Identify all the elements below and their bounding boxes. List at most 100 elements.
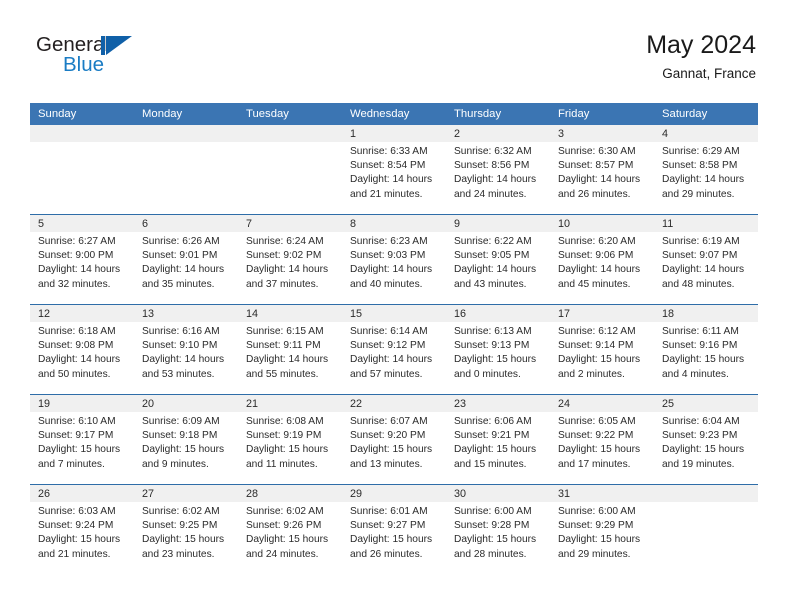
daylight-text-line2: and 45 minutes.: [558, 278, 631, 290]
sunrise-text: Sunrise: 6:08 AM: [246, 416, 324, 427]
calendar-day-cell[interactable]: 29 Sunrise: 6:01 AM Sunset: 9:27 PM Dayligh…: [342, 484, 446, 574]
calendar-day-cell[interactable]: 8 Sunrise: 6:23 AM Sunset: 9:03 PM Daylight…: [342, 214, 446, 305]
day-number: 21: [238, 395, 342, 412]
daylight-text-line1: Daylight: 15 hours: [246, 534, 329, 546]
calendar-day-cell[interactable]: 25 Sunrise: 6:04 AM Sunset: 9:23 PM Dayligh…: [654, 394, 758, 485]
daylight-text-line1: Daylight: 14 hours: [142, 264, 225, 276]
day-number: 3: [550, 125, 654, 142]
day-sun-info: Sunrise: 6:19 AM Sunset: 9:07 PM Daylight:…: [654, 232, 758, 292]
calendar-day-cell[interactable]: 12 Sunrise: 6:18 AM Sunset: 9:08 PM Dayligh…: [30, 304, 134, 395]
sunset-text: Sunset: 9:14 PM: [558, 340, 634, 352]
sunset-text: Sunset: 9:16 PM: [662, 340, 738, 352]
calendar-day-cell[interactable]: 20 Sunrise: 6:09 AM Sunset: 9:18 PM Dayligh…: [134, 394, 238, 485]
daylight-text-line1: Daylight: 14 hours: [662, 264, 745, 276]
sunrise-text: Sunrise: 6:14 AM: [350, 326, 428, 337]
calendar-day-cell[interactable]: 27 Sunrise: 6:02 AM Sunset: 9:25 PM Dayligh…: [134, 484, 238, 574]
daylight-text-line2: and 23 minutes.: [142, 548, 215, 560]
calendar-day-cell[interactable]: 5 Sunrise: 6:27 AM Sunset: 9:00 PM Daylight…: [30, 214, 134, 305]
day-sun-info: Sunrise: 6:01 AM Sunset: 9:27 PM Daylight:…: [342, 502, 446, 562]
daylight-text-line2: and 0 minutes.: [454, 368, 521, 380]
daylight-text-line1: Daylight: 15 hours: [662, 444, 745, 456]
calendar-day-cell[interactable]: 18 Sunrise: 6:11 AM Sunset: 9:16 PM Dayligh…: [654, 304, 758, 395]
day-sun-info: Sunrise: 6:22 AM Sunset: 9:05 PM Daylight:…: [446, 232, 550, 292]
sunset-text: Sunset: 9:07 PM: [662, 250, 738, 262]
calendar-day-cell[interactable]: 26 Sunrise: 6:03 AM Sunset: 9:24 PM Dayligh…: [30, 484, 134, 574]
sunrise-text: Sunrise: 6:16 AM: [142, 326, 220, 337]
day-number: 1: [342, 125, 446, 142]
calendar-week-row: 26 Sunrise: 6:03 AM Sunset: 9:24 PM Dayligh…: [30, 484, 758, 574]
sunset-text: Sunset: 9:13 PM: [454, 340, 530, 352]
calendar-day-cell[interactable]: 21 Sunrise: 6:08 AM Sunset: 9:19 PM Dayligh…: [238, 394, 342, 485]
day-sun-info: Sunrise: 6:14 AM Sunset: 9:12 PM Daylight:…: [342, 322, 446, 382]
daylight-text-line2: and 4 minutes.: [662, 368, 729, 380]
sunset-text: Sunset: 9:03 PM: [350, 250, 426, 262]
calendar-day-cell-empty: [30, 125, 134, 215]
weekday-header-monday: Monday: [134, 103, 238, 125]
calendar-day-cell[interactable]: 19 Sunrise: 6:10 AM Sunset: 9:17 PM Dayligh…: [30, 394, 134, 485]
daylight-text-line2: and 50 minutes.: [38, 368, 111, 380]
daylight-text-line2: and 26 minutes.: [558, 188, 631, 200]
day-sun-info: Sunrise: 6:27 AM Sunset: 9:00 PM Daylight:…: [30, 232, 134, 292]
day-number: 14: [238, 305, 342, 322]
sunset-text: Sunset: 9:18 PM: [142, 430, 218, 442]
daylight-text-line2: and 21 minutes.: [350, 188, 423, 200]
sunrise-text: Sunrise: 6:04 AM: [662, 416, 740, 427]
generalblue-logo[interactable]: General Blue: [36, 33, 166, 85]
sunset-text: Sunset: 9:28 PM: [454, 520, 530, 532]
daylight-text-line1: Daylight: 14 hours: [38, 354, 121, 366]
day-sun-info: Sunrise: 6:03 AM Sunset: 9:24 PM Daylight:…: [30, 502, 134, 562]
calendar-day-cell[interactable]: 14 Sunrise: 6:15 AM Sunset: 9:11 PM Dayligh…: [238, 304, 342, 395]
calendar-day-cell[interactable]: 2 Sunrise: 6:32 AM Sunset: 8:56 PM Daylight…: [446, 125, 550, 215]
calendar-day-cell-empty: [134, 125, 238, 215]
sunrise-text: Sunrise: 6:15 AM: [246, 326, 324, 337]
calendar-day-cell[interactable]: 22 Sunrise: 6:07 AM Sunset: 9:20 PM Dayligh…: [342, 394, 446, 485]
calendar-day-cell[interactable]: 9 Sunrise: 6:22 AM Sunset: 9:05 PM Daylight…: [446, 214, 550, 305]
daylight-text-line2: and 15 minutes.: [454, 458, 527, 470]
sunset-text: Sunset: 9:20 PM: [350, 430, 426, 442]
sunset-text: Sunset: 9:01 PM: [142, 250, 218, 262]
daylight-text-line2: and 32 minutes.: [38, 278, 111, 290]
page-title: May 2024: [646, 31, 756, 59]
calendar-day-cell[interactable]: 4 Sunrise: 6:29 AM Sunset: 8:58 PM Daylight…: [654, 125, 758, 215]
calendar-day-cell[interactable]: 24 Sunrise: 6:05 AM Sunset: 9:22 PM Dayligh…: [550, 394, 654, 485]
sunset-text: Sunset: 9:26 PM: [246, 520, 322, 532]
calendar-day-cell[interactable]: 3 Sunrise: 6:30 AM Sunset: 8:57 PM Daylight…: [550, 125, 654, 215]
sunset-text: Sunset: 9:17 PM: [38, 430, 114, 442]
calendar-week-row: 5 Sunrise: 6:27 AM Sunset: 9:00 PM Daylight…: [30, 214, 758, 305]
daylight-text-line1: Daylight: 14 hours: [246, 354, 329, 366]
calendar-day-cell[interactable]: 30 Sunrise: 6:00 AM Sunset: 9:28 PM Dayligh…: [446, 484, 550, 574]
sunrise-text: Sunrise: 6:29 AM: [662, 146, 740, 157]
sunset-text: Sunset: 9:00 PM: [38, 250, 114, 262]
calendar-day-cell[interactable]: 15 Sunrise: 6:14 AM Sunset: 9:12 PM Dayligh…: [342, 304, 446, 395]
weekday-header-row: Sunday Monday Tuesday Wednesday Thursday…: [30, 103, 758, 125]
daylight-text-line1: Daylight: 15 hours: [558, 354, 641, 366]
day-number: 8: [342, 215, 446, 232]
calendar-day-cell[interactable]: 23 Sunrise: 6:06 AM Sunset: 9:21 PM Dayligh…: [446, 394, 550, 485]
daylight-text-line2: and 19 minutes.: [662, 458, 735, 470]
sunrise-text: Sunrise: 6:09 AM: [142, 416, 220, 427]
calendar-day-cell[interactable]: 7 Sunrise: 6:24 AM Sunset: 9:02 PM Daylight…: [238, 214, 342, 305]
sunset-text: Sunset: 8:58 PM: [662, 160, 738, 172]
day-sun-info: Sunrise: 6:32 AM Sunset: 8:56 PM Daylight:…: [446, 142, 550, 202]
daylight-text-line2: and 24 minutes.: [454, 188, 527, 200]
calendar-day-cell[interactable]: 10 Sunrise: 6:20 AM Sunset: 9:06 PM Dayligh…: [550, 214, 654, 305]
calendar-grid: Sunday Monday Tuesday Wednesday Thursday…: [30, 103, 758, 574]
sunset-text: Sunset: 9:22 PM: [558, 430, 634, 442]
daylight-text-line2: and 40 minutes.: [350, 278, 423, 290]
title-block: May 2024 Gannat, France: [646, 30, 756, 84]
day-number: 2: [446, 125, 550, 142]
calendar-day-cell[interactable]: 6 Sunrise: 6:26 AM Sunset: 9:01 PM Daylight…: [134, 214, 238, 305]
weekday-header-saturday: Saturday: [654, 103, 758, 125]
calendar-day-cell[interactable]: 11 Sunrise: 6:19 AM Sunset: 9:07 PM Dayligh…: [654, 214, 758, 305]
calendar-day-cell[interactable]: 28 Sunrise: 6:02 AM Sunset: 9:26 PM Dayligh…: [238, 484, 342, 574]
sunrise-text: Sunrise: 6:30 AM: [558, 146, 636, 157]
weekday-header-sunday: Sunday: [30, 103, 134, 125]
calendar-day-cell[interactable]: 1 Sunrise: 6:33 AM Sunset: 8:54 PM Daylight…: [342, 125, 446, 215]
calendar-day-cell[interactable]: 17 Sunrise: 6:12 AM Sunset: 9:14 PM Dayligh…: [550, 304, 654, 395]
day-number: 11: [654, 215, 758, 232]
location-subtitle: Gannat, France: [662, 66, 756, 81]
calendar-day-cell[interactable]: 16 Sunrise: 6:13 AM Sunset: 9:13 PM Dayligh…: [446, 304, 550, 395]
calendar-day-cell[interactable]: 31 Sunrise: 6:00 AM Sunset: 9:29 PM Dayligh…: [550, 484, 654, 574]
daylight-text-line2: and 48 minutes.: [662, 278, 735, 290]
calendar-day-cell[interactable]: 13 Sunrise: 6:16 AM Sunset: 9:10 PM Dayligh…: [134, 304, 238, 395]
